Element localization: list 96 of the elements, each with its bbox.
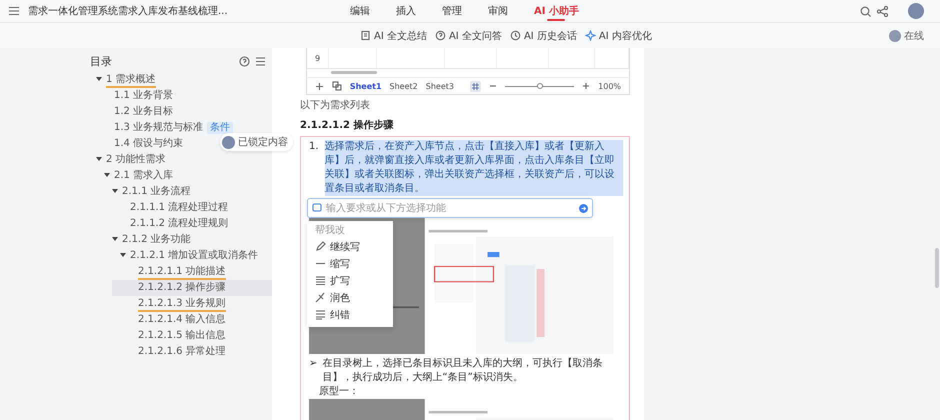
menu-item[interactable]: 纠错 <box>307 306 393 323</box>
toc-title: 目录 <box>90 54 113 68</box>
menu-item[interactable]: 润色 <box>307 289 393 306</box>
pen-icon <box>315 241 326 252</box>
sheet-tab[interactable]: Sheet2 <box>390 82 418 90</box>
menu-heading: 帮我改 <box>314 224 346 238</box>
zoom-level: 100% <box>598 82 622 90</box>
list-number: 1. <box>309 140 319 154</box>
send-icon[interactable] <box>579 204 588 212</box>
toc-label: 2.1.2.1.6 异常处理 <box>138 344 226 358</box>
caret-down-icon[interactable] <box>96 76 102 82</box>
sheet-tab[interactable]: Sheet3 <box>426 82 454 90</box>
share-icon[interactable] <box>877 6 888 16</box>
slider-thumb[interactable] <box>536 83 542 89</box>
question-icon <box>434 30 446 41</box>
toc-item[interactable]: 2.1.1.2 流程处理规则 <box>104 216 272 232</box>
caption-text: 以下为需求列表 <box>300 98 371 112</box>
ai-tool-button[interactable]: AI 内容优化 <box>584 28 652 42</box>
scrollbar[interactable] <box>935 248 939 288</box>
comment-tooltip[interactable]: 已锁定内容 <box>220 133 293 151</box>
grid-icon[interactable] <box>470 80 481 92</box>
prototype-label: 原型一： <box>319 385 360 399</box>
brush-icon <box>315 292 326 303</box>
section-heading: 2.1.2.1.2 操作步骤 <box>300 118 394 132</box>
toc-label: 2.1.2.1.4 输入信息 <box>138 312 226 326</box>
menu-tab[interactable]: 编辑 <box>350 0 370 22</box>
caret-down-icon[interactable] <box>112 188 118 194</box>
menu-icon[interactable] <box>8 6 20 16</box>
bullet-marker: ➢ <box>309 357 318 371</box>
user-avatar <box>222 136 235 148</box>
step-text: 选择需求后，在资产入库节点，点击【直接入库】或者【更新入库】后，就弹窗直接入库或者更新入库界面，点击入库条目【立即关联】或者关联图标，弹出关联资产选择框，关联资产后，可以设置条目或者取消条目。 <box>324 140 623 196</box>
zoom-in-icon[interactable] <box>582 82 590 90</box>
toc-item[interactable]: 2.1.1 业务流程 <box>96 184 272 200</box>
toc-label: 2.1.1 业务流程 <box>122 184 191 198</box>
toc-label: 1.3 业务规范与标准 <box>114 120 204 134</box>
toc-label: 1.2 业务目标 <box>114 104 174 118</box>
toc-item[interactable]: 1.3 业务规范与标准 条件 <box>88 120 272 136</box>
caret-down-icon[interactable] <box>120 252 126 258</box>
scrollbar[interactable] <box>331 71 377 74</box>
menu-item[interactable]: 继续写 <box>307 238 393 255</box>
toc-label: 2 功能性需求 <box>106 152 166 166</box>
bullet-text: 在目录树上，选择已条目标识且未入库的大纲，可执行【取消条目】，执行成功后，大纲上“条目”标识消失。 <box>322 357 604 385</box>
toc-label: 1.1 业务背景 <box>114 88 174 102</box>
lines-icon <box>315 275 326 286</box>
toc-item[interactable]: 2.1.2.1 增加设置或取消条件 <box>104 248 272 264</box>
menu-tab[interactable]: 管理 <box>442 0 462 22</box>
sparkle-icon <box>584 30 596 41</box>
toc-item[interactable]: 2.1.1.1 流程处理过程 <box>104 200 272 216</box>
ai-tool-button[interactable]: AI 全文总结 <box>360 28 427 42</box>
toc-label: 2.1.1.2 流程处理规则 <box>130 216 228 230</box>
status-avatar <box>889 30 901 42</box>
menu-tab[interactable]: AI 小助手 <box>534 0 579 22</box>
caret-down-icon[interactable] <box>104 172 110 178</box>
toc-label: 2.1.2.1.2 操作步骤 <box>138 280 226 294</box>
menu-tab[interactable]: 审阅 <box>488 0 508 22</box>
caret-down-icon[interactable] <box>96 156 102 162</box>
document-icon <box>360 30 371 41</box>
toc-item[interactable]: 2.1.2.1.6 异常处理 <box>112 344 272 360</box>
list-icon <box>315 309 326 320</box>
user-avatar[interactable] <box>908 3 924 19</box>
menu-item[interactable]: 扩写 <box>307 272 393 289</box>
caret-down-icon[interactable] <box>112 236 118 242</box>
toc-label: 2.1.2.1.3 业务规则 <box>138 296 226 312</box>
add-sheet-icon[interactable] <box>315 82 324 90</box>
search-icon[interactable] <box>860 6 871 16</box>
toc-item[interactable]: 2.1.2.1.2 操作步骤 <box>112 280 272 296</box>
ai-tool-button[interactable]: AI 历史会话 <box>510 28 577 42</box>
toc-label: 1 需求概述 <box>106 72 156 88</box>
toc-item[interactable]: 2.1.2 业务功能 <box>96 232 272 248</box>
menu-tab[interactable]: 插入 <box>396 0 416 22</box>
row-number: 9 <box>307 48 329 68</box>
clock-icon <box>510 30 521 41</box>
sheets-icon[interactable] <box>332 81 342 91</box>
toc-label: 2.1.2.1 增加设置或取消条件 <box>130 248 258 262</box>
toc-item[interactable]: 2.1.2.1.3 业务规则 <box>112 296 272 312</box>
toc-item[interactable]: 2.1.2.1.4 输入信息 <box>112 312 272 328</box>
toc-label: 2.1.1.1 流程处理过程 <box>130 200 228 214</box>
toc-label: 2.1.2.1.5 输出信息 <box>138 328 226 342</box>
toc-item[interactable]: 2.1.2.1.5 输出信息 <box>112 328 272 344</box>
ai-chat-icon <box>312 203 322 213</box>
list-icon[interactable] <box>255 56 266 66</box>
status-label: 在线 <box>904 30 924 42</box>
document-title: 需求一体化管理系统需求入库发布基线梳理... <box>28 4 228 18</box>
ai-tool-button[interactable]: AI 全文问答 <box>434 28 502 42</box>
toc-label: 2.1.2 业务功能 <box>122 232 191 246</box>
toc-item[interactable]: 1.1 业务背景 <box>88 88 272 104</box>
menu-item[interactable]: 缩写 <box>307 255 393 272</box>
sheet-tab[interactable]: Sheet1 <box>350 82 382 90</box>
toc-item[interactable]: 1.2 业务目标 <box>88 104 272 120</box>
toc-item[interactable]: 1 需求概述 <box>80 72 272 88</box>
toc-item[interactable]: 2 功能性需求 <box>80 152 272 168</box>
toc-label: 2.1 需求入库 <box>114 168 174 182</box>
toc-item[interactable]: 2.1 需求入库 <box>88 168 272 184</box>
toc-tag: 条件 <box>207 122 234 134</box>
help-icon[interactable] <box>239 56 250 66</box>
zoom-slider[interactable] <box>504 82 574 90</box>
